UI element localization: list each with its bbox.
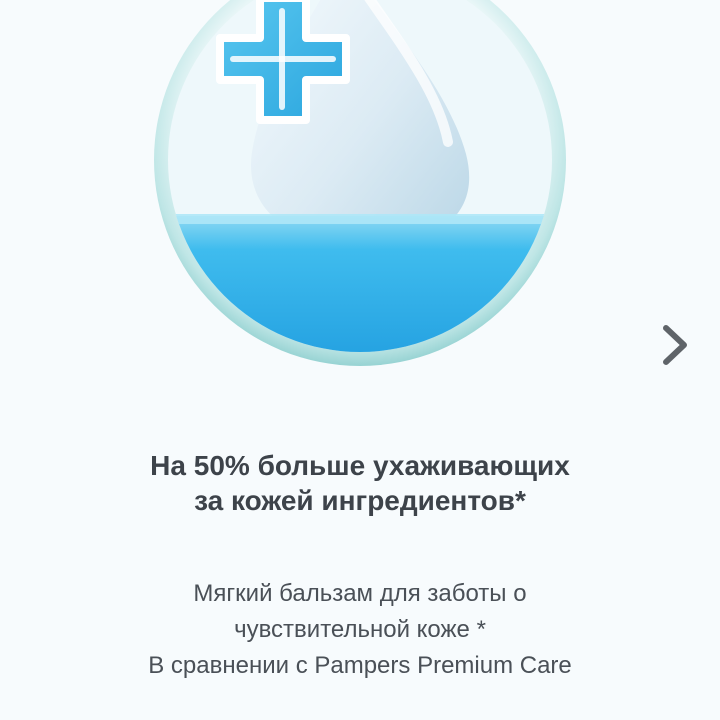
- hero-illustration: [154, 0, 566, 366]
- chevron-right-icon[interactable]: [656, 322, 696, 368]
- description-line: В сравнении с Pampers Premium Care: [148, 652, 572, 679]
- slide-description: Мягкий бальзам для заботы о чувствительн…: [130, 576, 590, 684]
- description-line: Мягкий бальзам для заботы о чувствительн…: [193, 580, 527, 643]
- slide-title: На 50% больше ухаживающих за кожей ингре…: [150, 450, 570, 516]
